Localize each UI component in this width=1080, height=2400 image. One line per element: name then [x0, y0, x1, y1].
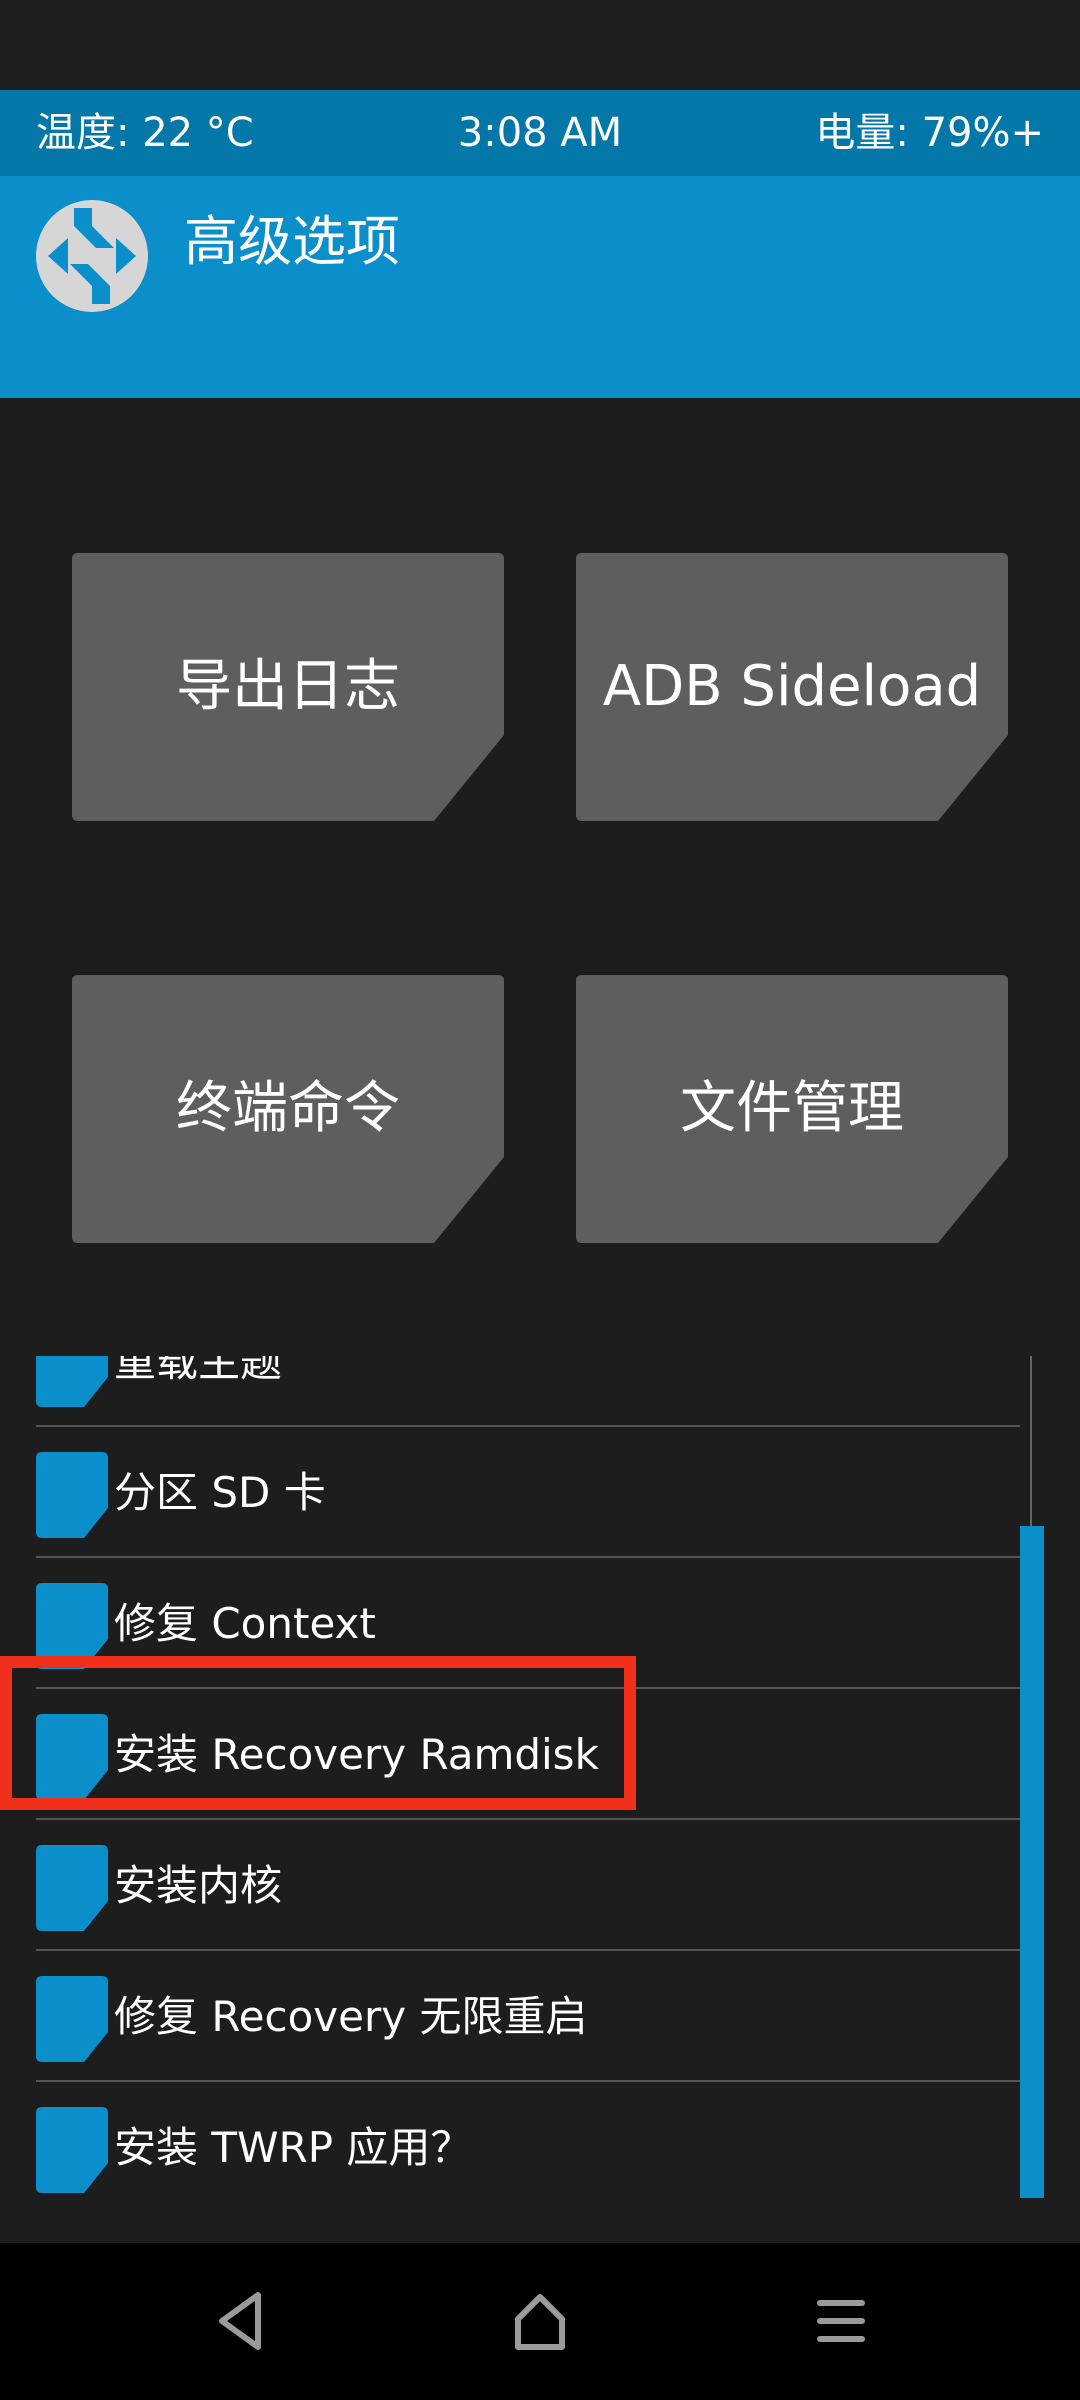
highlight-box	[0, 1656, 636, 1810]
twrp-logo-icon	[36, 200, 148, 312]
list-item-label: 安装 TWRP 应用？	[114, 2123, 473, 2172]
checkbox-icon	[36, 1845, 108, 1931]
checkbox-icon	[36, 2107, 108, 2193]
terminal-command-button[interactable]: 终端命令	[72, 975, 504, 1243]
menu-lines-icon[interactable]	[790, 2271, 890, 2371]
tile-label: 导出日志	[176, 654, 400, 719]
scrollbar-thumb[interactable]	[1020, 1526, 1044, 2198]
status-bar: 温度: 22 °C 3:08 AM 电量: 79%+	[0, 90, 1080, 176]
page-header: 高级选项	[0, 176, 1080, 398]
export-log-button[interactable]: 导出日志	[72, 553, 504, 821]
scrollbar-track[interactable]	[1030, 1356, 1032, 1526]
home-icon[interactable]	[490, 2271, 590, 2371]
tile-label: 终端命令	[176, 1076, 400, 1141]
list-item-reload-theme[interactable]: 重载主题	[36, 1356, 1020, 1427]
list-item-partition-sd[interactable]: 分区 SD 卡	[36, 1427, 1020, 1558]
page-title: 高级选项	[184, 210, 400, 273]
tile-label: 文件管理	[680, 1076, 904, 1141]
top-black-bar	[0, 0, 1080, 90]
tile-label: ADB Sideload	[602, 654, 982, 719]
checkbox-icon	[36, 1976, 108, 2062]
list-item-label: 重载主题	[114, 1356, 283, 1386]
list-item-install-twrp-app[interactable]: 安装 TWRP 应用？	[36, 2082, 1020, 2198]
checkbox-icon	[36, 1356, 108, 1407]
list-item-label: 修复 Recovery 无限重启	[114, 1992, 588, 2041]
battery-readout: 电量: 79%+	[815, 110, 1044, 156]
back-triangle-icon[interactable]	[190, 2271, 290, 2371]
list-item-label: 安装内核	[114, 1861, 283, 1910]
file-manager-button[interactable]: 文件管理	[576, 975, 1008, 1243]
navigation-bar	[0, 2243, 1080, 2400]
list-item-label: 分区 SD 卡	[114, 1468, 326, 1517]
adb-sideload-button[interactable]: ADB Sideload	[576, 553, 1008, 821]
list-item-install-kernel[interactable]: 安装内核	[36, 1820, 1020, 1951]
list-item-fix-recovery-bootloop[interactable]: 修复 Recovery 无限重启	[36, 1951, 1020, 2082]
checkbox-icon	[36, 1452, 108, 1538]
